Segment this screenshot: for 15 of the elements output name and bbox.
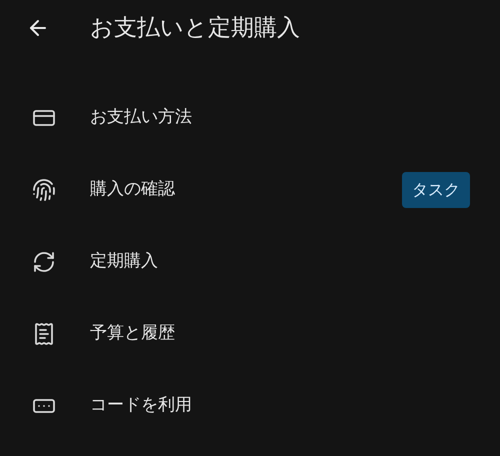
- refresh-icon: [32, 250, 56, 274]
- menu-item[interactable]: 購入の確認 タスク: [0, 154, 500, 226]
- menu-item[interactable]: 予算と履歴: [0, 298, 500, 370]
- page-title: お支払いと定期購入: [90, 14, 300, 43]
- menu-item-label: コードを利用: [90, 394, 193, 418]
- menu-item-label: 定期購入: [90, 250, 159, 274]
- menu-item[interactable]: コードを利用: [0, 370, 500, 442]
- menu-item-label: 予算と履歴: [90, 322, 176, 346]
- menu-item[interactable]: お支払い方法: [0, 82, 500, 154]
- menu-item[interactable]: 定期購入: [0, 226, 500, 298]
- task-badge: タスク: [402, 172, 470, 208]
- menu-item-label: 購入の確認: [90, 178, 176, 202]
- fingerprint-icon: [32, 178, 56, 202]
- menu-item-label: お支払い方法: [90, 106, 193, 130]
- receipt-icon: [32, 322, 56, 346]
